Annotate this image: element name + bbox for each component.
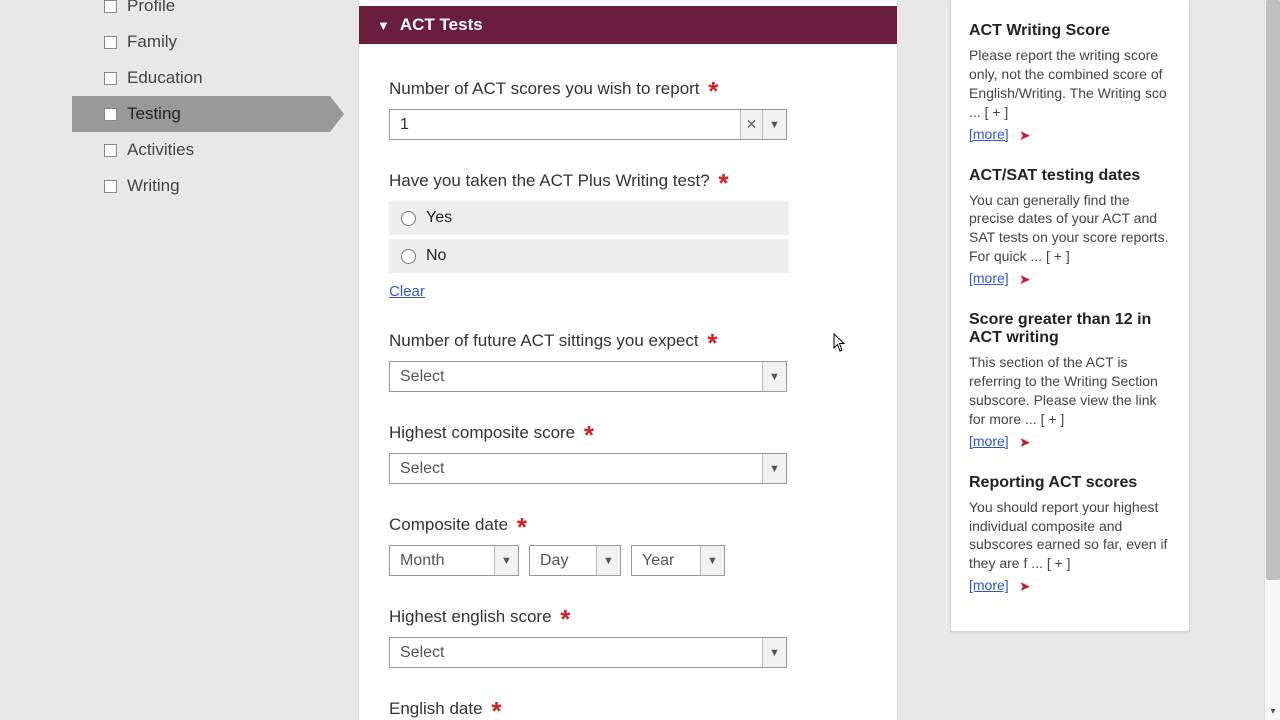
chevron-down-icon[interactable]: ▼	[762, 362, 786, 391]
sidebar: Profile Family Education Testing Activit…	[72, 0, 330, 204]
select-composite-year[interactable]: Year ▼	[631, 545, 725, 576]
field-highest-composite: Highest composite score * Select ▼	[389, 414, 867, 484]
help-item-title: ACT Writing Score	[969, 22, 1171, 40]
select-composite-day[interactable]: Day ▼	[529, 545, 621, 576]
field-act-plus-writing: Have you taken the ACT Plus Writing test…	[389, 162, 867, 300]
caret-down-icon: ▼	[377, 18, 390, 33]
required-star-icon: *	[517, 512, 527, 542]
checkbox-icon	[104, 180, 117, 193]
field-label: Highest english score *	[389, 598, 867, 629]
help-panel: ACT Writing Score Please report the writ…	[950, 0, 1190, 632]
chevron-down-icon[interactable]: ▼	[596, 546, 620, 575]
sidebar-item-profile[interactable]: Profile	[72, 0, 330, 24]
radio-label: Yes	[426, 209, 452, 227]
chevron-down-icon[interactable]: ▼	[762, 454, 786, 483]
clear-link[interactable]: Clear	[389, 283, 425, 300]
sidebar-item-testing[interactable]: Testing	[72, 96, 330, 132]
select-value: Day	[530, 552, 596, 570]
section-title: ACT Tests	[400, 15, 483, 35]
arrow-right-icon: ➤	[1019, 578, 1031, 595]
sidebar-item-label: Activities	[127, 140, 194, 160]
help-more-link[interactable]: [more]	[969, 126, 1009, 142]
scrollbar-thumb[interactable]	[1266, 0, 1280, 580]
required-star-icon: *	[718, 168, 728, 198]
select-value: 1	[390, 116, 740, 134]
checkbox-icon	[104, 72, 117, 85]
help-item-title: Score greater than 12 in ACT writing	[969, 311, 1171, 347]
help-item: Reporting ACT scores You should report y…	[951, 460, 1189, 605]
required-star-icon: *	[708, 76, 718, 106]
select-value: Month	[390, 552, 494, 570]
main-form-panel: ▼ ACT Tests Number of ACT scores you wis…	[358, 0, 898, 720]
sidebar-item-activities[interactable]: Activities	[72, 132, 330, 168]
select-highest-composite[interactable]: Select ▼	[389, 453, 787, 484]
required-star-icon: *	[491, 696, 501, 720]
radio-icon	[401, 211, 416, 226]
checkbox-icon	[104, 144, 117, 157]
sidebar-item-family[interactable]: Family	[72, 24, 330, 60]
field-label: English date *	[389, 690, 867, 720]
section-body: Number of ACT scores you wish to report …	[359, 44, 897, 720]
field-english-date: English date * Month ▼ Day ▼ Year ▼	[389, 690, 867, 720]
radio-label: No	[426, 247, 446, 265]
field-label: Composite date *	[389, 506, 867, 537]
arrow-right-icon: ➤	[1019, 271, 1031, 288]
help-item: Score greater than 12 in ACT writing Thi…	[951, 297, 1189, 460]
help-item-body: Please report the writing score only, no…	[969, 46, 1171, 122]
help-item-title: Reporting ACT scores	[969, 474, 1171, 492]
sidebar-item-label: Family	[127, 32, 177, 52]
field-label: Have you taken the ACT Plus Writing test…	[389, 162, 867, 193]
arrow-right-icon: ➤	[1019, 434, 1031, 451]
radio-option-no[interactable]: No	[389, 239, 789, 273]
select-value: Select	[390, 644, 762, 662]
help-more-link[interactable]: [more]	[969, 270, 1009, 286]
chevron-down-icon[interactable]: ▼	[700, 546, 724, 575]
section-header-act-tests[interactable]: ▼ ACT Tests	[359, 6, 897, 44]
select-highest-english[interactable]: Select ▼	[389, 637, 787, 668]
sidebar-item-label: Testing	[127, 104, 181, 124]
select-value: Year	[632, 552, 700, 570]
sidebar-item-education[interactable]: Education	[72, 60, 330, 96]
field-future-sittings: Number of future ACT sittings you expect…	[389, 322, 867, 392]
sidebar-item-writing[interactable]: Writing	[72, 168, 330, 204]
radio-option-yes[interactable]: Yes	[389, 201, 789, 235]
arrow-right-icon: ➤	[1019, 127, 1031, 144]
select-value: Select	[390, 368, 762, 386]
scroll-down-icon[interactable]: ▾	[1265, 704, 1280, 720]
required-star-icon: *	[707, 328, 717, 358]
select-future-sittings[interactable]: Select ▼	[389, 361, 787, 392]
chevron-down-icon[interactable]: ▼	[494, 546, 518, 575]
field-highest-english: Highest english score * Select ▼	[389, 598, 867, 668]
chevron-down-icon[interactable]: ▼	[762, 638, 786, 667]
sidebar-item-label: Education	[127, 68, 203, 88]
select-value: Select	[390, 460, 762, 478]
field-label: Highest composite score *	[389, 414, 867, 445]
checkbox-icon	[104, 108, 117, 121]
help-item: ACT/SAT testing dates You can generally …	[951, 153, 1189, 298]
help-item-body: This section of the ACT is referring to …	[969, 353, 1171, 429]
required-star-icon: *	[584, 420, 594, 450]
select-composite-month[interactable]: Month ▼	[389, 545, 519, 576]
main-scrollbar[interactable]: ▴ ▾	[1264, 0, 1280, 720]
help-item-body: You should report your highest individua…	[969, 498, 1171, 574]
sidebar-item-label: Writing	[127, 176, 180, 196]
required-star-icon: *	[560, 604, 570, 634]
field-composite-date: Composite date * Month ▼ Day ▼ Year ▼	[389, 506, 867, 576]
checkbox-icon	[104, 36, 117, 49]
help-item-body: You can generally find the precise dates…	[969, 191, 1171, 267]
help-more-link[interactable]: [more]	[969, 577, 1009, 593]
select-num-act-scores[interactable]: 1 ✕ ▼	[389, 109, 787, 140]
clear-x-icon[interactable]: ✕	[740, 110, 762, 139]
radio-icon	[401, 249, 416, 264]
help-item: ACT Writing Score Please report the writ…	[951, 8, 1189, 153]
checkbox-icon	[104, 0, 117, 13]
sidebar-item-label: Profile	[127, 0, 175, 16]
help-item-title: ACT/SAT testing dates	[969, 167, 1171, 185]
help-more-link[interactable]: [more]	[969, 433, 1009, 449]
radio-group-plus-writing: Yes No	[389, 201, 867, 273]
chevron-down-icon[interactable]: ▼	[762, 110, 786, 139]
field-label: Number of future ACT sittings you expect…	[389, 322, 867, 353]
field-num-act-scores: Number of ACT scores you wish to report …	[389, 70, 867, 140]
field-label: Number of ACT scores you wish to report …	[389, 70, 867, 101]
